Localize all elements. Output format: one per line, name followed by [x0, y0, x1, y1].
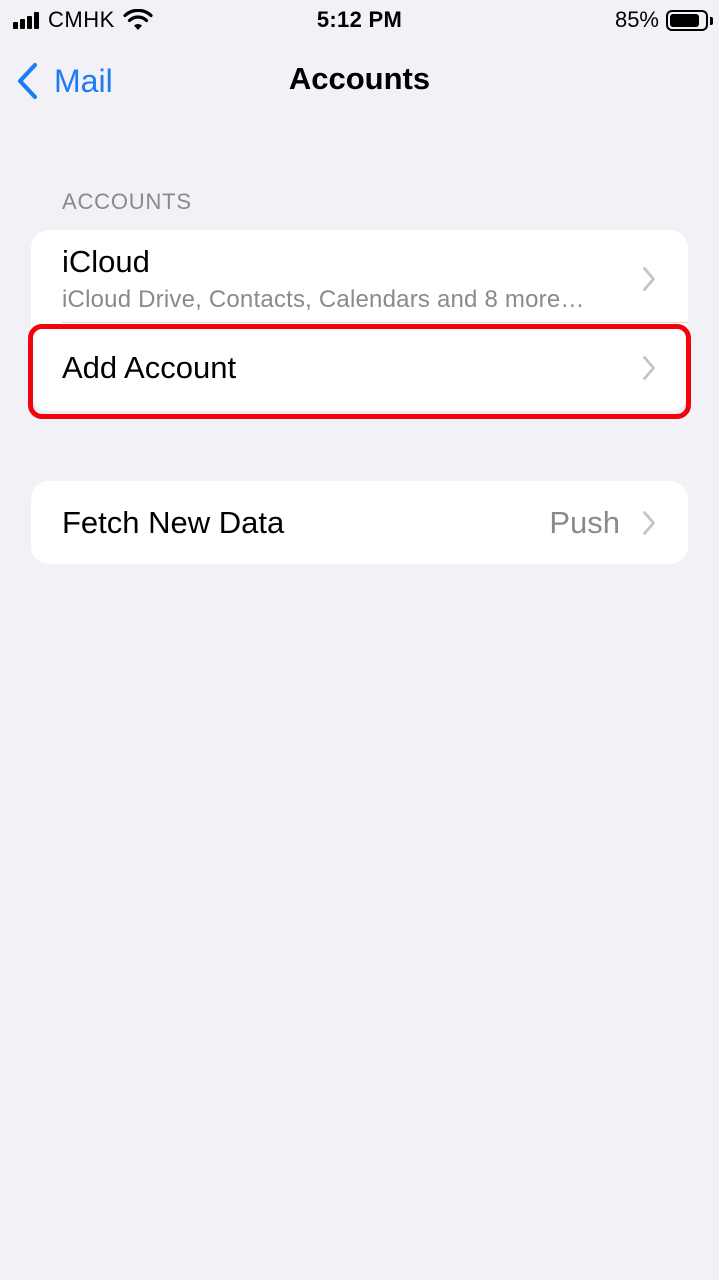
chevron-right-icon	[643, 356, 655, 380]
chevron-right-icon	[643, 511, 655, 535]
battery-cap	[710, 16, 713, 25]
add-account-title: Add Account	[62, 350, 237, 385]
battery-icon	[666, 9, 713, 31]
status-bar: CMHK 5:12 PM 85%	[0, 0, 719, 40]
accounts-list: iCloud iCloud Drive, Contacts, Calendars…	[31, 230, 688, 411]
fetch-settings-list: Fetch New Data Push	[31, 481, 688, 564]
navigation-bar: Mail Accounts	[0, 48, 719, 114]
icloud-account-row[interactable]: iCloud iCloud Drive, Contacts, Calendars…	[31, 230, 688, 322]
fetch-new-data-title: Fetch New Data	[62, 505, 285, 540]
fetch-new-data-row[interactable]: Fetch New Data Push	[31, 481, 688, 564]
icloud-account-title: iCloud	[62, 244, 150, 279]
page-title: Accounts	[288, 61, 431, 96]
battery-percent: 85%	[614, 7, 659, 32]
icloud-account-subtitle: iCloud Drive, Contacts, Calendars and 8 …	[62, 286, 585, 313]
fetch-new-data-value: Push	[549, 505, 620, 540]
status-time: 5:12 PM	[316, 7, 403, 32]
chevron-right-icon	[643, 267, 655, 291]
add-account-row[interactable]: Add Account	[31, 322, 688, 411]
accounts-screen: CMHK 5:12 PM 85% Mail Accounts ACCOUNTS	[0, 0, 719, 1280]
battery-fill	[670, 13, 699, 27]
accounts-section-header: ACCOUNTS	[62, 189, 192, 214]
status-right: 85%	[614, 6, 713, 34]
